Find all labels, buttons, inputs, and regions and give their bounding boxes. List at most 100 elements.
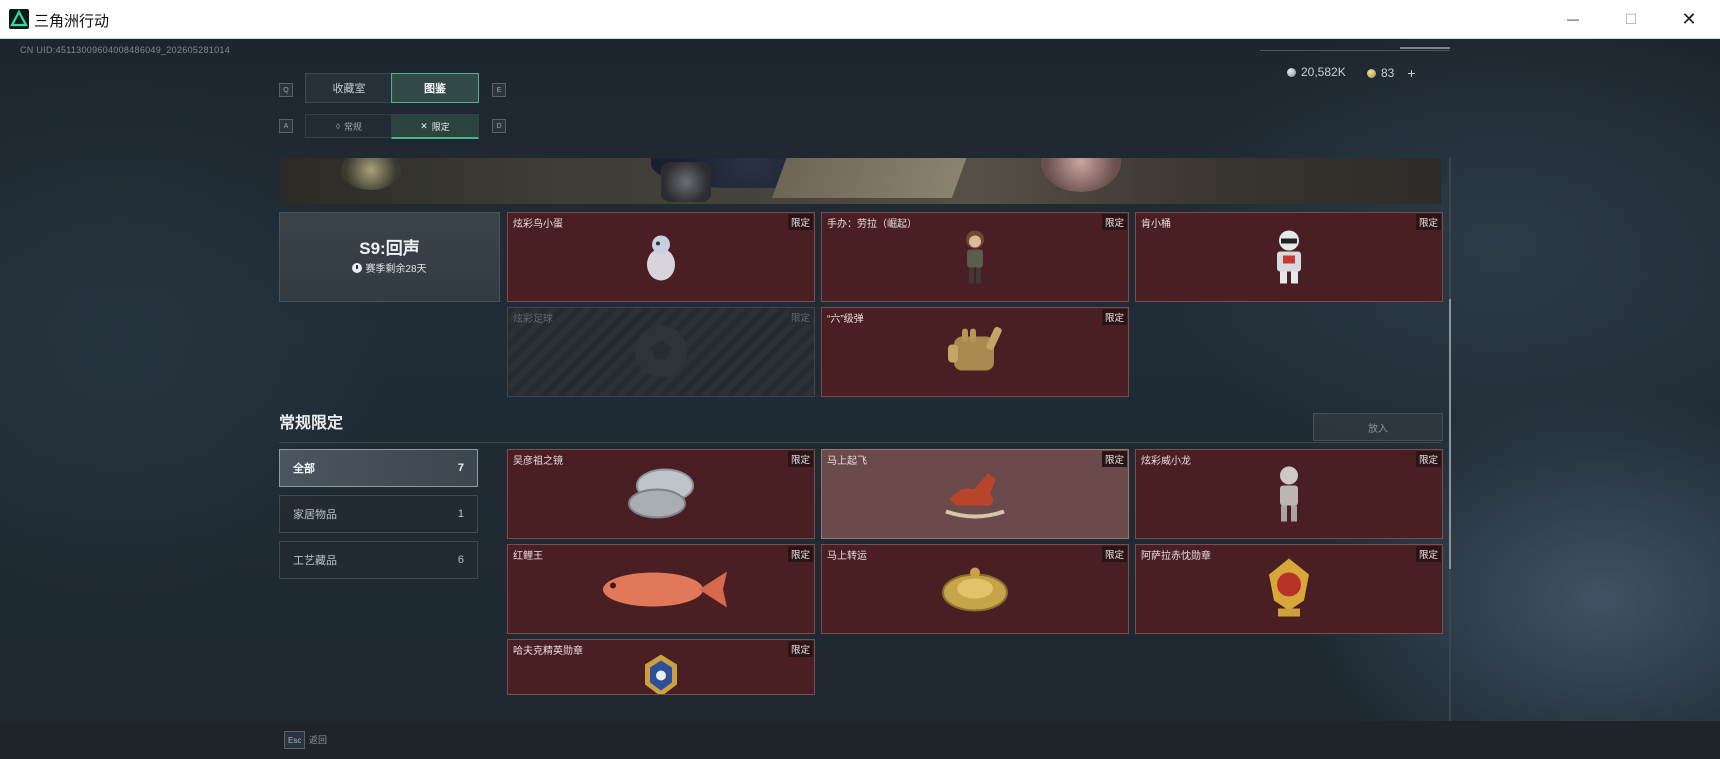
item-name: 吴彦祖之镜	[513, 456, 563, 467]
currency-hafcoin: 20,582K	[1287, 65, 1346, 79]
key-hint-q: Q	[279, 83, 293, 97]
item-name: 炫彩足球	[513, 314, 553, 325]
crossed-swords-icon: ✕	[420, 120, 428, 131]
minimize-button[interactable]: —	[1544, 0, 1602, 38]
limited-tag: 限定	[787, 309, 813, 325]
collectible-card[interactable]: “六”级弹 限定	[821, 307, 1129, 397]
figure-statue-icon	[1272, 463, 1306, 528]
season-remaining-text: 赛季剩余28天	[365, 264, 427, 275]
golden-hand-icon	[940, 322, 1010, 385]
subtab-label: 常规	[343, 121, 362, 132]
uid-label: CN UID:4511300960400848604​9_20260528101…	[20, 45, 231, 55]
add-currency-button[interactable]: +	[1407, 65, 1415, 81]
item-name: 阿萨拉赤忱勋章	[1141, 551, 1211, 562]
gold-coin-icon	[1367, 68, 1376, 78]
esc-key-hint[interactable]: Esc	[284, 731, 306, 749]
filter-label: 全部	[293, 463, 315, 475]
collectible-card[interactable]: 红鲤王 限定	[507, 544, 815, 634]
limited-tag: 限定	[1101, 309, 1127, 325]
back-label[interactable]: 返回	[309, 733, 327, 746]
rocking-horse-icon	[940, 465, 1010, 526]
limited-tag: 限定	[1415, 214, 1441, 230]
key-hint-d: D	[492, 119, 506, 133]
filter-all[interactable]: 全部 7	[279, 449, 478, 487]
subtab-limited[interactable]: ✕ 限定	[391, 114, 479, 139]
limited-tag: 限定	[787, 214, 813, 230]
collectible-card[interactable]: 哈夫克精英勋章 限定	[507, 639, 815, 695]
filter-count: 7	[457, 462, 464, 474]
egg-figure-icon	[641, 228, 681, 289]
filter-craft-collectibles[interactable]: 工艺藏品 6	[279, 541, 478, 579]
item-name: “六”级弹	[827, 314, 864, 325]
item-name: 马上起飞	[827, 456, 867, 467]
drop-icon: ◊	[336, 121, 340, 131]
maximize-button[interactable]: ☐	[1602, 0, 1660, 38]
game-viewport: CN UID:4511300960400848604​9_20260528101…	[0, 39, 1720, 759]
item-name: 肯小桶	[1141, 219, 1171, 230]
filter-label: 家居物品	[293, 509, 337, 521]
collectible-card[interactable]: 手办：劳拉（崛起） 限定	[821, 212, 1129, 302]
clock-icon	[352, 262, 363, 273]
limited-tag: 限定	[787, 451, 813, 467]
window-title: 三角洲行动	[34, 13, 110, 30]
limited-tag: 限定	[1101, 546, 1127, 562]
season-banner-image	[281, 158, 1441, 204]
section-divider	[279, 442, 1441, 443]
key-hint-a: A	[279, 119, 293, 133]
collectible-card[interactable]: 炫彩鸟小蛋 限定	[507, 212, 815, 302]
collectible-card-locked[interactable]: 炫彩足球 限定	[507, 307, 815, 397]
divider	[1400, 47, 1450, 49]
section-title: 常规限定	[279, 415, 344, 432]
banner-ball	[1041, 158, 1121, 192]
football-icon	[631, 321, 691, 386]
banner-ornament	[341, 158, 401, 190]
figurine-icon	[960, 227, 990, 290]
limited-tag: 限定	[1101, 451, 1127, 467]
banner-map	[771, 158, 971, 198]
scrollbar-thumb[interactable]	[1449, 299, 1451, 569]
mirror-icon	[625, 465, 697, 526]
currency-value: 83	[1381, 66, 1395, 80]
item-name: 炫彩鸟小蛋	[513, 219, 563, 230]
close-button[interactable]: ✕	[1660, 0, 1718, 38]
divider	[1260, 50, 1450, 51]
filter-home-items[interactable]: 家居物品 1	[279, 495, 478, 533]
season-title: S9:回声	[359, 239, 420, 258]
coin-icon	[1287, 67, 1296, 77]
item-name: 马上转运	[827, 551, 867, 562]
maximize-icon: ☐	[1624, 10, 1638, 27]
limited-tag: 限定	[787, 641, 813, 657]
limited-tag: 限定	[1101, 214, 1127, 230]
collectible-card[interactable]: 吴彦祖之镜 限定	[507, 449, 815, 539]
collectible-card[interactable]: 阿萨拉赤忱勋章 限定	[1135, 544, 1443, 634]
currency-value: 20,582K	[1301, 65, 1346, 79]
tab-codex[interactable]: 图鉴	[391, 73, 479, 103]
subtab-label: 限定	[431, 121, 450, 132]
bottom-bar: Esc 返回	[0, 721, 1720, 759]
limited-tag: 限定	[787, 546, 813, 562]
item-name: 炫彩威小龙	[1141, 456, 1191, 467]
season-info-card: S9:回声 赛季剩余28天	[279, 212, 500, 302]
subtab-regular[interactable]: ◊ 常规	[305, 114, 393, 138]
medal-icon	[1264, 556, 1314, 625]
tab-collection-room[interactable]: 收藏室	[305, 73, 393, 103]
collectible-card[interactable]: 马上转运 限定	[821, 544, 1129, 634]
filter-count: 1	[457, 508, 464, 520]
collectible-card-highlighted[interactable]: 马上起飞 限定	[821, 449, 1129, 539]
window-titlebar: 三角洲行动 — ☐ ✕	[0, 0, 1720, 39]
mascot-figure-icon	[1269, 227, 1309, 290]
app-logo-icon	[9, 9, 29, 29]
limited-tag: 限定	[1415, 546, 1441, 562]
currency-premium[interactable]: 83 +	[1367, 65, 1416, 81]
limited-tag: 限定	[1415, 451, 1441, 467]
collectible-card[interactable]: 肯小桶 限定	[1135, 212, 1443, 302]
golden-disc-icon	[940, 562, 1010, 619]
banner-boots	[661, 162, 711, 202]
collectible-card[interactable]: 炫彩威小龙 限定	[1135, 449, 1443, 539]
filter-count: 6	[457, 554, 464, 566]
put-in-button[interactable]: 放入	[1313, 413, 1443, 441]
key-hint-e: E	[492, 83, 506, 97]
carp-fish-icon	[591, 563, 731, 618]
item-name: 哈夫克精英勋章	[513, 646, 583, 657]
season-remaining: 赛季剩余28天	[280, 260, 499, 275]
